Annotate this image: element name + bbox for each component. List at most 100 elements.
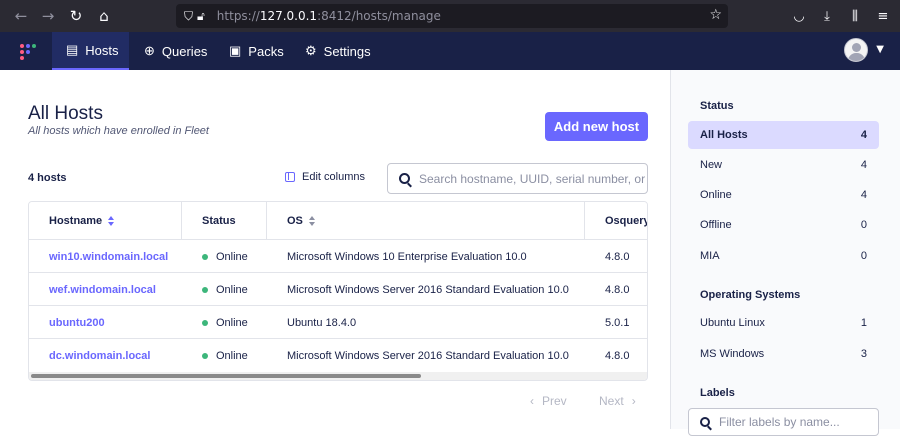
filter-count: 3 [860, 348, 867, 360]
avatar[interactable] [844, 38, 868, 62]
search-icon [700, 417, 710, 427]
filter-count: 0 [860, 219, 867, 231]
url-text[interactable]: https://127.0.0.1:8412/hosts/manage [217, 9, 441, 23]
os-heading: Operating Systems [700, 289, 801, 301]
status-text: Online [216, 316, 248, 329]
reload-icon[interactable]: ↻ [63, 3, 89, 29]
hostname-link[interactable]: ubuntu200 [49, 306, 105, 339]
columns-icon [285, 172, 295, 182]
nav-queries-label: Queries [161, 43, 208, 59]
sort-icon[interactable] [308, 216, 316, 226]
host-search-input[interactable] [419, 171, 647, 186]
filter-count: 0 [860, 250, 867, 262]
filter-label: Offline [700, 219, 732, 231]
queries-icon: ⊕ [144, 43, 155, 58]
column-header-osquery-label: Osquery [605, 215, 648, 227]
status-cell: Online [202, 306, 248, 339]
menu-icon[interactable]: ≡ [872, 4, 894, 28]
status-filter-offline[interactable]: Offline 0 [688, 211, 879, 239]
filter-label: MS Windows [700, 348, 765, 360]
filter-label: New [700, 159, 723, 171]
lock-icon[interactable]: 🔓︎ [197, 9, 205, 24]
status-text: Online [216, 283, 248, 296]
host-count: 4 hosts [28, 172, 67, 184]
hostname-link[interactable]: dc.windomain.local [49, 339, 150, 372]
nav-queries[interactable]: ⊕ Queries [144, 32, 207, 70]
status-cell: Online [202, 240, 248, 273]
os-cell: Ubuntu 18.4.0 [287, 316, 357, 329]
download-icon[interactable]: ⤓ [816, 4, 838, 28]
next-label: Next [599, 394, 624, 408]
fleet-logo[interactable] [20, 44, 36, 60]
nav-settings-label: Settings [323, 43, 371, 59]
column-header-os[interactable]: OS [267, 202, 585, 240]
shield-icon[interactable]: ⛉ [184, 9, 193, 24]
status-filter-all-hosts[interactable]: All Hosts 4 [688, 121, 879, 149]
labels-filter[interactable] [688, 408, 879, 436]
filter-count: 4 [860, 129, 867, 141]
hostname-link[interactable]: wef.windomain.local [49, 273, 156, 306]
add-new-host-button[interactable]: Add new host [545, 112, 648, 141]
filter-count: 1 [860, 317, 867, 329]
status-filter-online[interactable]: Online 4 [688, 181, 879, 209]
nav-settings[interactable]: ⚙ Settings [305, 32, 371, 70]
chevron-left-icon: ‹ [530, 394, 534, 408]
nav-packs[interactable]: ▣ Packs [229, 32, 284, 70]
osquery-cell: 4.8.0 [605, 250, 630, 263]
forward-icon[interactable]: → [35, 3, 61, 29]
address-bar[interactable]: ⛉ 🔓︎ https://127.0.0.1:8412/hosts/manage… [176, 4, 728, 28]
url-scheme: https:// [216, 9, 260, 23]
page-title: All Hosts [28, 103, 103, 124]
filter-count: 4 [860, 189, 867, 201]
hostname-link[interactable]: win10.windomain.local [49, 240, 168, 273]
labels-heading: Labels [700, 387, 735, 399]
nav-hosts-label: Hosts [85, 42, 119, 58]
bookmark-star-icon[interactable]: ☆ [709, 7, 722, 23]
pocket-icon[interactable]: ◡ [788, 4, 810, 28]
filter-label: Online [700, 189, 732, 201]
nav-hosts[interactable]: ▤ Hosts [52, 32, 129, 70]
search-icon [399, 173, 410, 184]
column-header-hostname[interactable]: Hostname [29, 202, 182, 240]
column-header-osquery[interactable]: Osquery [585, 202, 648, 240]
os-cell: Microsoft Windows Server 2016 Standard E… [287, 349, 569, 362]
chevron-right-icon: › [631, 394, 636, 408]
filter-label: All Hosts [700, 129, 748, 141]
app-header: ▤ Hosts ⊕ Queries ▣ Packs ⚙ Settings ▼ [0, 32, 900, 70]
packs-icon: ▣ [229, 43, 242, 58]
status-cell: Online [202, 339, 248, 372]
table-row: wef.windomain.local Online Microsoft Win… [29, 273, 647, 306]
sort-icon[interactable] [108, 216, 115, 226]
status-cell: Online [202, 273, 248, 306]
os-filter-ubuntu-linux[interactable]: Ubuntu Linux 1 [688, 309, 879, 337]
status-filter-new[interactable]: New 4 [688, 151, 879, 179]
chevron-down-icon[interactable]: ▼ [876, 44, 884, 55]
prev-label: Prev [542, 394, 567, 408]
labels-filter-input[interactable] [719, 415, 869, 429]
edit-columns-button[interactable]: Edit columns [285, 171, 365, 183]
online-status-dot [202, 319, 208, 326]
nav-packs-label: Packs [248, 43, 284, 59]
table-header: Hostname Status OS Osquery [29, 202, 648, 240]
url-host: 127.0.0.1 [259, 9, 318, 23]
host-search[interactable] [387, 163, 648, 194]
home-icon[interactable]: ⌂ [91, 3, 117, 29]
column-header-status[interactable]: Status [182, 202, 267, 240]
filter-label: MIA [700, 250, 720, 262]
horizontal-scrollbar[interactable] [29, 372, 647, 380]
column-header-status-label: Status [202, 215, 236, 227]
hosts-table: Hostname Status OS Osquery win10.windoma… [28, 201, 648, 381]
gear-icon: ⚙ [305, 43, 317, 58]
online-status-dot [202, 286, 208, 293]
back-icon[interactable]: ← [8, 3, 34, 29]
column-header-hostname-label: Hostname [49, 215, 103, 227]
os-filter-ms-windows[interactable]: MS Windows 3 [688, 340, 879, 368]
library-icon[interactable]: ⫼ [844, 4, 866, 28]
main-content: All Hosts All hosts which have enrolled … [0, 70, 670, 429]
next-page-button[interactable]: Next › [599, 394, 636, 408]
scrollbar-thumb[interactable] [31, 374, 421, 378]
status-filter-mia[interactable]: MIA 0 [688, 242, 879, 270]
prev-page-button[interactable]: ‹ Prev [530, 394, 567, 408]
online-status-dot [202, 253, 208, 260]
os-cell: Microsoft Windows Server 2016 Standard E… [287, 283, 569, 296]
